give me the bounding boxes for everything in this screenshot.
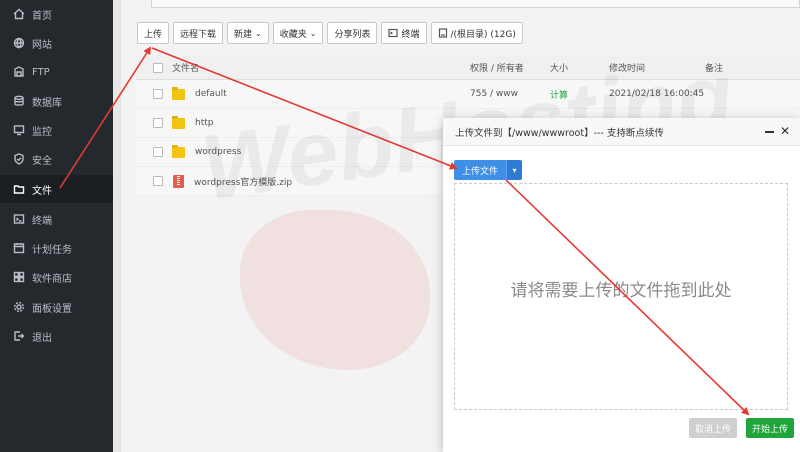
header-note: 备注: [705, 64, 724, 74]
sidebar-item-label: 终端: [32, 215, 52, 227]
sidebar-item-cron[interactable]: 计划任务: [0, 234, 113, 262]
file-perm[interactable]: 755 / www: [470, 89, 518, 99]
sidebar-item-label: 网站: [32, 39, 52, 51]
zip-file-icon: [173, 174, 184, 188]
sidebar-item-label: FTP: [32, 66, 50, 78]
sidebar-item-label: 计划任务: [32, 244, 72, 256]
select-all-checkbox[interactable]: [153, 62, 163, 73]
folder-icon: [172, 144, 185, 158]
cancel-upload-button[interactable]: 取消上传: [689, 418, 737, 438]
home-icon: [12, 7, 26, 21]
terminal-button[interactable]: 终端: [381, 22, 427, 44]
header-size[interactable]: 大小: [550, 61, 568, 74]
sidebar-item-label: 安全: [32, 155, 52, 167]
file-size[interactable]: 计算: [550, 88, 568, 101]
sidebar-item-security[interactable]: 安全: [0, 145, 113, 173]
path-bar[interactable]: [151, 0, 800, 8]
table-header: 文件名 权限 / 所有者 大小 修改时间 备注: [135, 56, 800, 80]
remote-download-button[interactable]: 远程下载: [173, 22, 224, 44]
sidebar-item-label: 数据库: [32, 97, 62, 109]
globe-icon: [12, 36, 26, 50]
sidebar-item-label: 首页: [32, 10, 52, 22]
clock-icon: [12, 241, 26, 255]
sidebar-item-website[interactable]: 网站: [0, 29, 113, 57]
dialog-header: 上传文件到【/www/wwwroot】--- 支持断点续传 ✕: [443, 118, 800, 146]
dialog-title: 上传文件到【/www/wwwroot】--- 支持断点续传: [455, 127, 664, 139]
sidebar-item-label: 面板设置: [32, 303, 72, 315]
folder-icon: [12, 182, 26, 196]
ftp-icon: [12, 65, 26, 79]
drop-zone[interactable]: 请将需要上传的文件拖到此处: [454, 183, 788, 410]
gear-icon: [12, 300, 26, 314]
monitor-icon: [12, 123, 26, 137]
header-perm: 权限 / 所有者: [470, 64, 524, 74]
file-name[interactable]: http: [195, 118, 213, 128]
sidebar-item-label: 文件: [32, 185, 52, 197]
upload-dialog: 上传文件到【/www/wwwroot】--- 支持断点续传 ✕ 上传文件 ▾ 请…: [443, 118, 800, 452]
chevron-down-icon: ⌄: [255, 28, 262, 38]
apps-icon: [12, 270, 26, 284]
share-list-button[interactable]: 分享列表: [327, 22, 378, 44]
sidebar-item-label: 监控: [32, 126, 52, 138]
file-time: 2021/02/18 16:00:45: [609, 89, 705, 99]
sidebar-item-files[interactable]: 文件: [0, 175, 113, 203]
disk-button[interactable]: /(根目录) (12G): [430, 22, 523, 44]
start-upload-button[interactable]: 开始上传: [746, 418, 794, 438]
upload-file-button[interactable]: 上传文件: [454, 160, 507, 180]
sidebar-item-store[interactable]: 软件商店: [0, 263, 113, 291]
disk-icon: [438, 28, 447, 38]
sidebar-item-settings[interactable]: 面板设置: [0, 293, 113, 321]
table-row[interactable]: default 755 / www 计算 2021/02/18 16:00:45: [135, 80, 800, 109]
file-name[interactable]: default: [195, 89, 227, 99]
sidebar-item-logout[interactable]: 退出: [0, 322, 113, 350]
file-name[interactable]: wordpress官方模版.zip: [194, 175, 292, 188]
folder-icon: [172, 115, 185, 129]
upload-file-split-button: 上传文件 ▾: [454, 160, 523, 180]
header-name[interactable]: 文件名: [172, 61, 199, 74]
new-button[interactable]: 新建 ⌄: [227, 22, 269, 44]
file-toolbar: 上传 远程下载 新建 ⌄ 收藏夹 ⌄ 分享列表 终端 /(根目录) (12G): [137, 22, 523, 44]
sidebar-item-terminal[interactable]: 终端: [0, 205, 113, 233]
header-time[interactable]: 修改时间: [609, 61, 645, 74]
row-checkbox[interactable]: [153, 118, 163, 128]
terminal-icon: [12, 212, 26, 226]
terminal-icon: [388, 28, 399, 38]
favorites-button[interactable]: 收藏夹 ⌄: [272, 22, 324, 44]
row-checkbox[interactable]: [153, 176, 163, 186]
sidebar-item-home[interactable]: 首页: [0, 0, 113, 28]
file-name[interactable]: wordpress: [195, 147, 241, 157]
sidebar: 首页 网站 FTP 数据库 监控 安全 文件 终端 计划任务 软件商店 面板设置: [0, 0, 113, 452]
sidebar-item-monitor[interactable]: 监控: [0, 116, 113, 144]
caret-down-icon[interactable]: ▾: [506, 160, 523, 180]
sidebar-item-database[interactable]: 数据库: [0, 87, 113, 115]
row-checkbox[interactable]: [153, 89, 163, 99]
database-icon: [12, 94, 26, 108]
folder-icon: [172, 86, 185, 100]
close-icon[interactable]: ✕: [778, 124, 792, 138]
chevron-down-icon: ⌄: [309, 28, 317, 38]
upload-button[interactable]: 上传: [137, 22, 170, 44]
drop-zone-text: 请将需要上传的文件拖到此处: [510, 281, 732, 301]
logout-icon: [12, 329, 26, 343]
shield-icon: [12, 152, 26, 166]
sidebar-item-ftp[interactable]: FTP: [0, 58, 113, 86]
sidebar-item-label: 退出: [32, 332, 52, 344]
minimize-icon[interactable]: [765, 131, 774, 133]
sidebar-item-label: 软件商店: [32, 273, 72, 285]
row-checkbox[interactable]: [153, 147, 163, 157]
